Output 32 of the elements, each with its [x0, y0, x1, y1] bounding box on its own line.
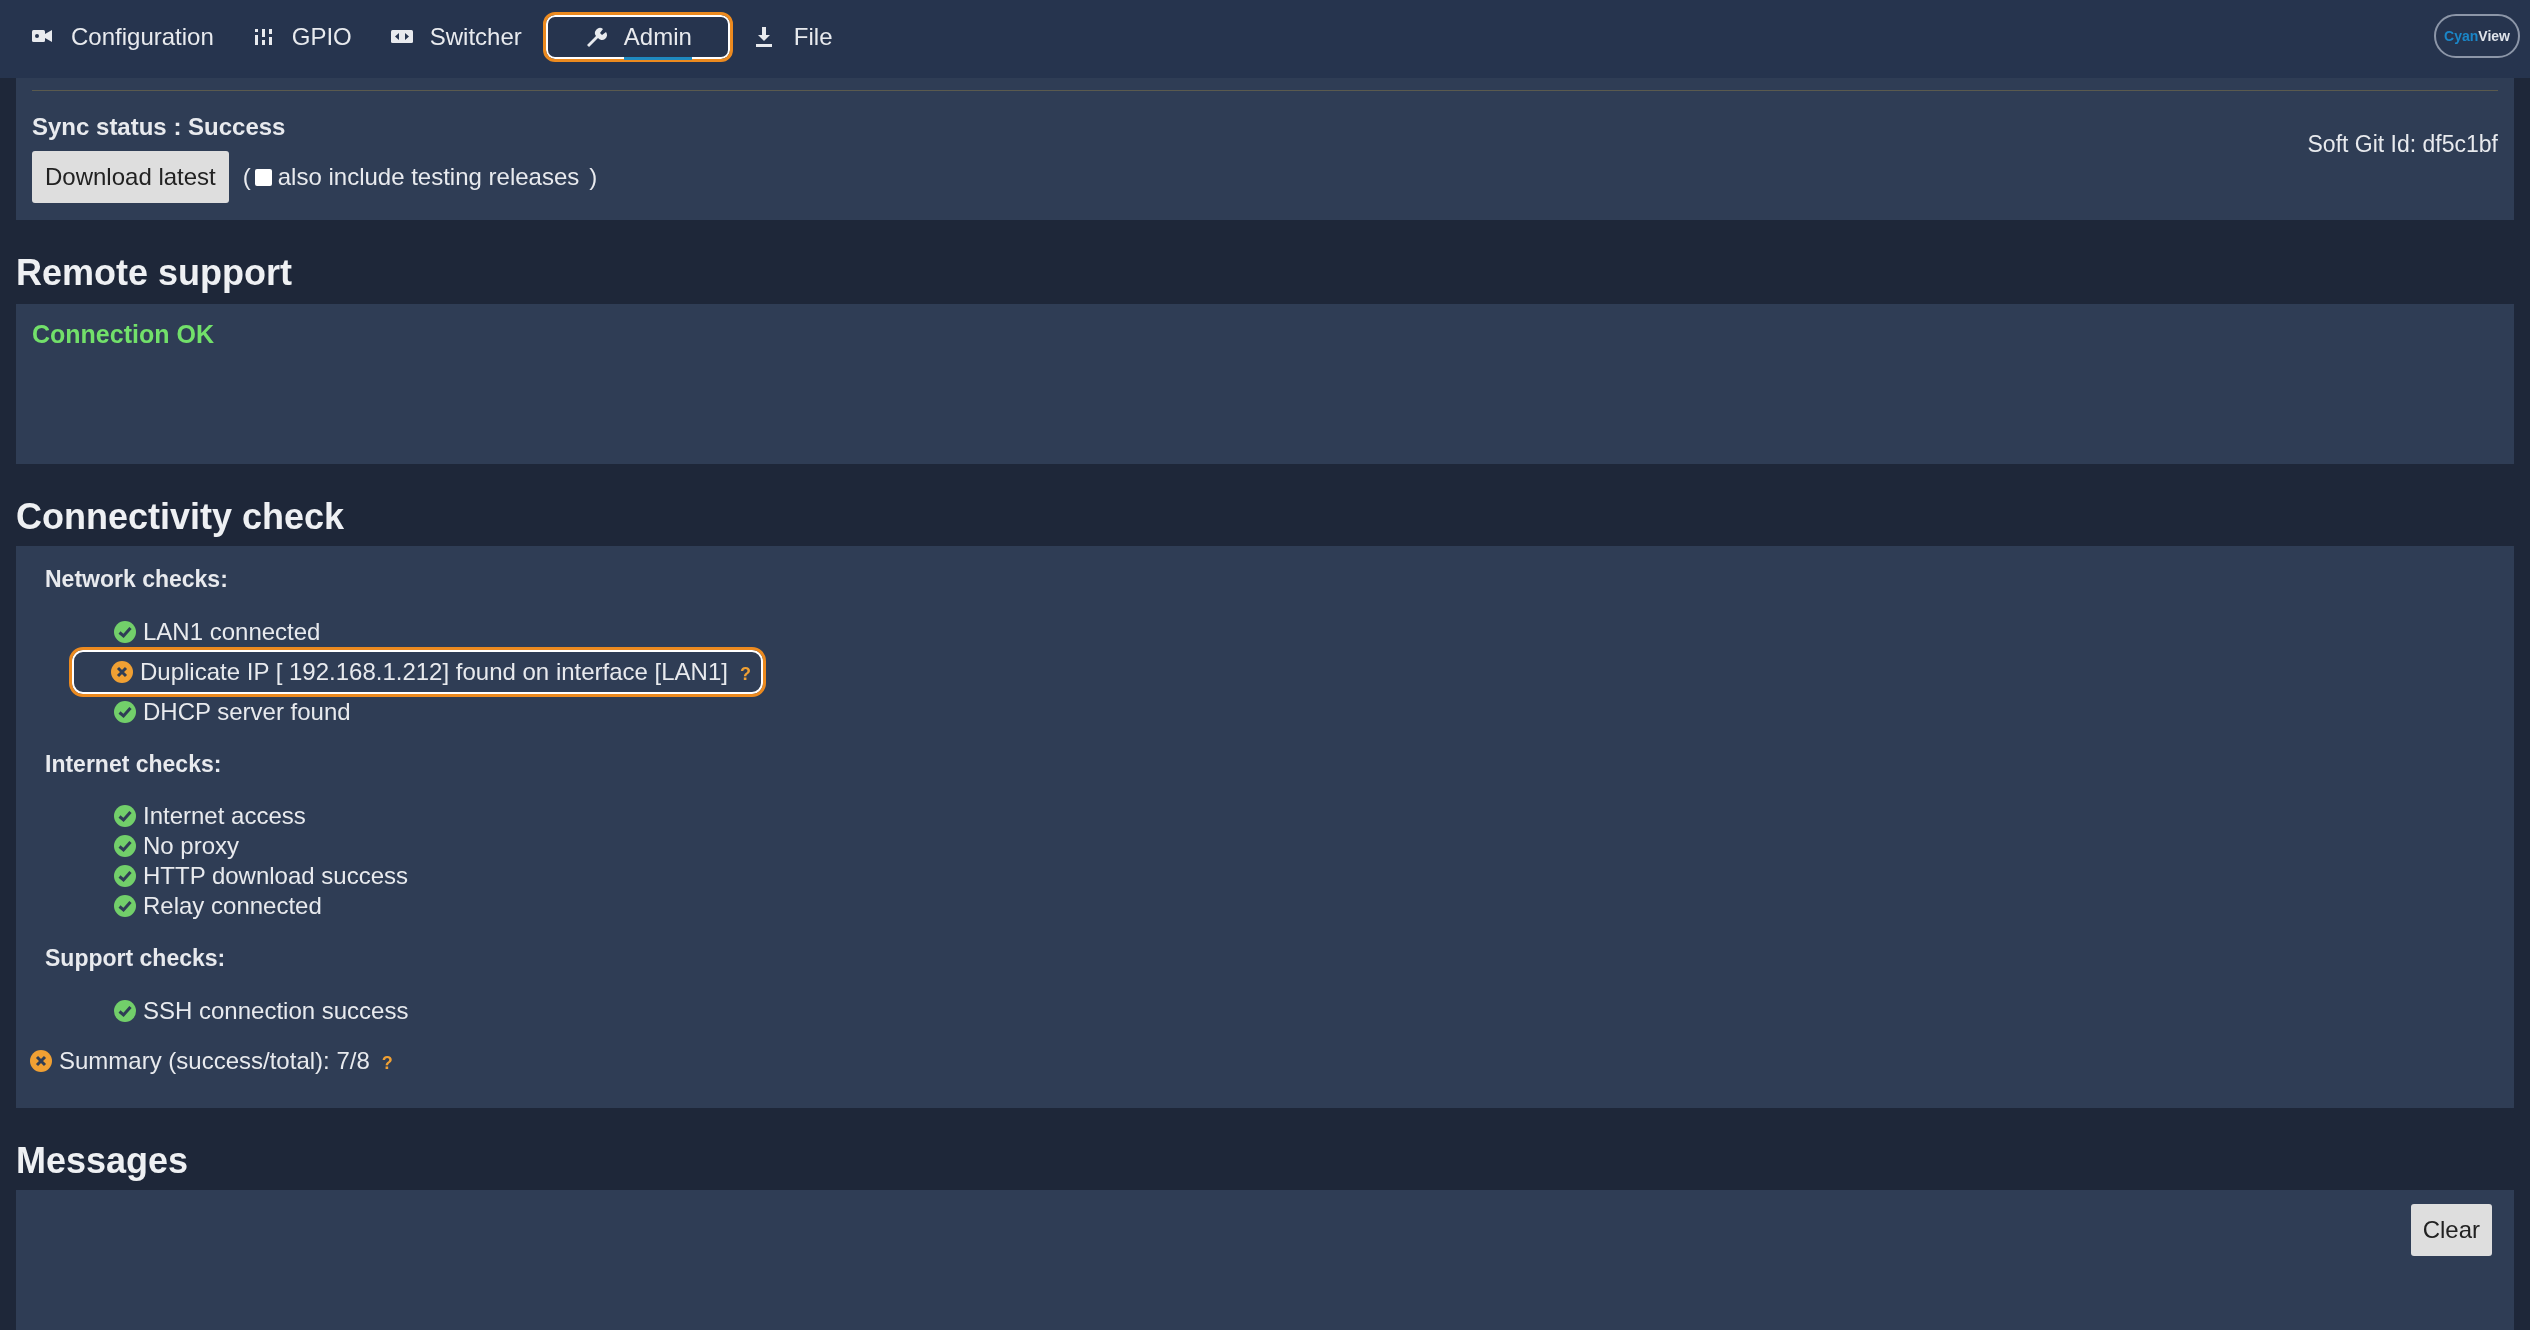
logo: CyanView — [2434, 14, 2520, 58]
section-heading: Remote support — [16, 251, 293, 295]
check-text: Summary (success/total): 7/8 — [59, 1045, 370, 1076]
check-text: LAN1 connected — [143, 616, 321, 647]
download-button[interactable]: Download latest — [32, 151, 229, 203]
nav-tab[interactable]: Configuration — [14, 12, 231, 62]
connection-status: Connection OK — [32, 319, 215, 350]
check-text: Relay connected — [143, 891, 322, 921]
nav-tab[interactable]: GPIO — [234, 12, 369, 62]
check-text: DHCP server found — [143, 696, 351, 727]
section-heading: Connectivity check — [16, 495, 346, 539]
group-label: Support checks: — [45, 944, 227, 973]
help-mark[interactable]: ? — [381, 1050, 393, 1077]
check-text: Duplicate IP [ 192.168.1.212] found on interface [LAN1] — [140, 656, 728, 687]
group-label: Network checks: — [45, 565, 229, 594]
nav-tab[interactable]: File — [736, 12, 850, 62]
section-heading: Messages — [16, 1139, 190, 1183]
sync-status: Sync status : Success — [32, 112, 287, 142]
nav-tab[interactable]: Admin — [542, 12, 733, 62]
check-text: SSH connection success — [143, 995, 409, 1026]
paren-text: ) — [589, 162, 598, 192]
check-text: Internet access — [143, 801, 306, 831]
option-label: also include testing releases — [277, 162, 580, 192]
clear-button[interactable]: Clear — [2410, 1204, 2492, 1256]
group-label: Internet checks: — [45, 749, 223, 779]
git-id: Soft Git Id: df5c1bf — [2307, 130, 2498, 159]
nav-tab[interactable]: Switcher — [372, 12, 539, 62]
check-text: HTTP download success — [143, 861, 408, 891]
help-mark[interactable]: ? — [739, 661, 751, 688]
paren-text: ( — [242, 162, 251, 192]
checkbox[interactable] — [254, 168, 272, 186]
check-text: No proxy — [143, 831, 240, 861]
